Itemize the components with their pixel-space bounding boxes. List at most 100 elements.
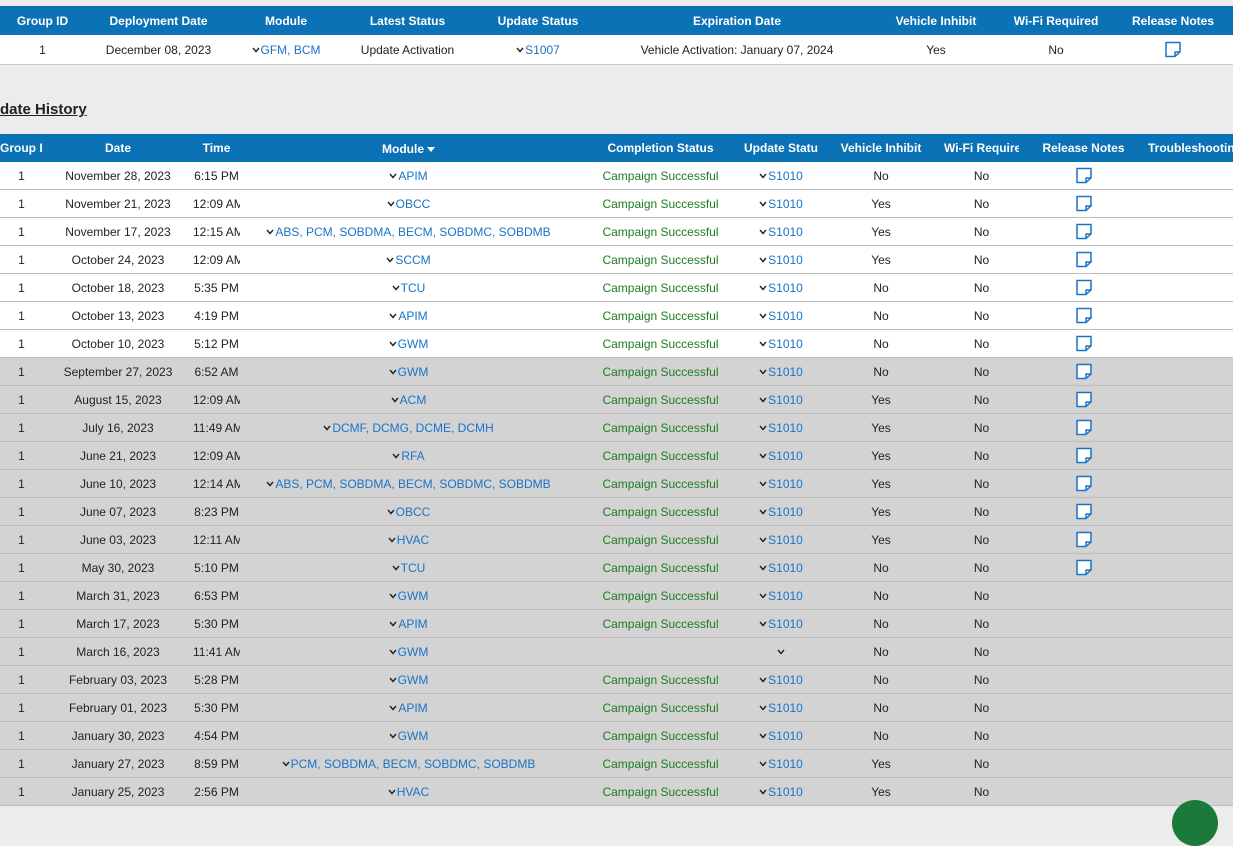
update-status-cell[interactable]: S1010 xyxy=(744,469,818,498)
release-notes-cell[interactable] xyxy=(1019,301,1148,330)
module-cell[interactable]: OBCC xyxy=(240,189,577,218)
module-link[interactable]: APIM xyxy=(398,701,427,715)
module-cell[interactable]: TCU xyxy=(240,553,577,582)
update-status-link[interactable]: S1010 xyxy=(768,309,803,323)
note-icon[interactable] xyxy=(1075,503,1093,520)
update-status-cell[interactable]: S1010 xyxy=(744,245,818,274)
update-status-cell[interactable]: S1010 xyxy=(744,301,818,330)
update-status-cell[interactable]: S1010 xyxy=(744,189,818,218)
module-link[interactable]: GWM xyxy=(398,337,429,351)
module-link[interactable]: ABS, PCM, SOBDMA, BECM, SOBDMC, SOBDMB xyxy=(275,225,550,239)
module-cell[interactable]: OBCC xyxy=(240,497,577,526)
note-icon[interactable] xyxy=(1075,447,1093,464)
module-link[interactable]: PCM, SOBDMA, BECM, SOBDMC, SOBDMB xyxy=(291,757,536,771)
update-status-cell[interactable]: S1010 xyxy=(744,609,818,638)
update-status-cell[interactable]: S1010 xyxy=(744,273,818,302)
module-link[interactable]: ACM xyxy=(400,393,427,407)
module-link[interactable]: OBCC xyxy=(396,197,431,211)
update-status-link[interactable]: S1010 xyxy=(768,225,803,239)
floating-action-button[interactable] xyxy=(1172,800,1218,846)
update-status-cell[interactable]: S1010 xyxy=(744,441,818,470)
update-status-link[interactable]: S1010 xyxy=(768,589,803,603)
update-status-link[interactable]: S1007 xyxy=(525,43,560,57)
module-link[interactable]: GWM xyxy=(398,645,429,659)
module-cell[interactable]: GWM xyxy=(240,581,577,610)
update-status-cell[interactable]: S1010 xyxy=(744,721,818,750)
note-icon[interactable] xyxy=(1075,279,1093,296)
release-notes-cell[interactable] xyxy=(1019,357,1148,386)
update-status-cell[interactable]: S1010 xyxy=(744,385,818,414)
module-cell[interactable]: RFA xyxy=(240,441,577,470)
update-status-cell[interactable]: S1010 xyxy=(744,357,818,386)
release-notes-cell[interactable] xyxy=(1019,525,1148,554)
module-cell[interactable]: APIM xyxy=(240,301,577,330)
module-link[interactable]: RFA xyxy=(401,449,424,463)
release-notes-cell[interactable] xyxy=(1019,189,1148,218)
module-cell[interactable]: DCMF, DCMG, DCME, DCMH xyxy=(240,413,577,442)
update-status-link[interactable]: S1010 xyxy=(768,253,803,267)
note-icon[interactable] xyxy=(1075,195,1093,212)
note-icon[interactable] xyxy=(1075,223,1093,240)
update-status-cell[interactable]: S1010 xyxy=(744,525,818,554)
note-icon[interactable] xyxy=(1075,307,1093,324)
release-notes-cell[interactable] xyxy=(1019,413,1148,442)
update-status-link[interactable]: S1010 xyxy=(768,281,803,295)
module-cell[interactable]: APIM xyxy=(240,693,577,722)
update-status-cell[interactable]: S1010 xyxy=(744,749,818,778)
update-status-link[interactable]: S1010 xyxy=(768,729,803,743)
update-status-cell[interactable]: S1010 xyxy=(744,413,818,442)
update-status-link[interactable]: S1010 xyxy=(768,533,803,547)
release-notes-cell[interactable] xyxy=(1019,217,1148,246)
update-status-cell[interactable]: S1010 xyxy=(744,581,818,610)
release-notes-cell[interactable] xyxy=(1019,553,1148,582)
update-status-link[interactable]: S1010 xyxy=(768,393,803,407)
update-status-link[interactable]: S1010 xyxy=(768,421,803,435)
note-icon[interactable] xyxy=(1075,559,1093,576)
update-status-cell[interactable]: S1010 xyxy=(744,497,818,526)
update-status-cell[interactable]: S1010 xyxy=(744,665,818,694)
module-link[interactable]: TCU xyxy=(401,281,426,295)
module-cell[interactable]: ACM xyxy=(240,385,577,414)
note-icon[interactable] xyxy=(1075,419,1093,436)
release-notes-cell[interactable] xyxy=(1019,469,1148,498)
module-cell[interactable]: GFM, BCM xyxy=(232,35,340,65)
module-cell[interactable]: GWM xyxy=(240,357,577,386)
note-icon[interactable] xyxy=(1075,531,1093,548)
col-header-module[interactable]: Module xyxy=(240,134,577,162)
update-status-cell[interactable]: S1010 xyxy=(744,693,818,722)
module-cell[interactable]: ABS, PCM, SOBDMA, BECM, SOBDMC, SOBDMB xyxy=(240,469,577,498)
update-status-link[interactable]: S1010 xyxy=(768,505,803,519)
module-cell[interactable]: GWM xyxy=(240,665,577,694)
update-status-link[interactable]: S1010 xyxy=(768,561,803,575)
module-link[interactable]: HVAC xyxy=(397,785,429,799)
module-cell[interactable]: SCCM xyxy=(240,245,577,274)
note-icon[interactable] xyxy=(1075,335,1093,352)
update-status-link[interactable]: S1010 xyxy=(768,197,803,211)
update-status-link[interactable]: S1010 xyxy=(768,785,803,799)
update-status-link[interactable]: S1010 xyxy=(768,337,803,351)
update-status-link[interactable]: S1010 xyxy=(768,673,803,687)
release-notes-cell[interactable] xyxy=(1019,329,1148,358)
module-link[interactable]: ABS, PCM, SOBDMA, BECM, SOBDMC, SOBDMB xyxy=(275,477,550,491)
module-cell[interactable]: GWM xyxy=(240,329,577,358)
release-notes-cell[interactable] xyxy=(1019,162,1148,190)
module-link[interactable]: APIM xyxy=(398,617,427,631)
module-link[interactable]: APIM xyxy=(398,309,427,323)
update-status-link[interactable]: S1010 xyxy=(768,617,803,631)
note-icon[interactable] xyxy=(1075,251,1093,268)
update-status-link[interactable]: S1010 xyxy=(768,477,803,491)
note-icon[interactable] xyxy=(1075,363,1093,380)
module-link[interactable]: GWM xyxy=(398,729,429,743)
update-status-cell[interactable] xyxy=(744,637,818,666)
update-status-link[interactable]: S1010 xyxy=(768,449,803,463)
module-cell[interactable]: APIM xyxy=(240,609,577,638)
update-status-cell[interactable]: S1010 xyxy=(744,777,818,806)
module-cell[interactable]: APIM xyxy=(240,162,577,190)
update-status-cell[interactable]: S1010 xyxy=(744,329,818,358)
module-link[interactable]: GWM xyxy=(398,589,429,603)
note-icon[interactable] xyxy=(1075,391,1093,408)
module-link[interactable]: TCU xyxy=(401,561,426,575)
release-notes-cell[interactable] xyxy=(1019,245,1148,274)
module-link[interactable]: SCCM xyxy=(395,253,430,267)
release-notes-cell[interactable] xyxy=(1019,441,1148,470)
